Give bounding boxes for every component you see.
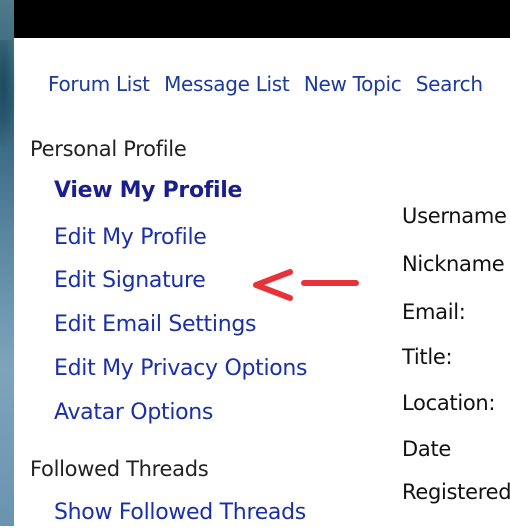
followed-threads-heading: Followed Threads bbox=[30, 457, 209, 481]
sidebar-item-view-my-profile[interactable]: View My Profile bbox=[54, 178, 242, 203]
field-label-nickname: Nickname bbox=[402, 252, 505, 276]
field-label-email: Email: bbox=[402, 300, 466, 324]
arrow-head bbox=[253, 269, 293, 301]
red-arrow-annotation bbox=[253, 269, 359, 301]
field-label-title: Title: bbox=[402, 345, 453, 369]
field-label-date: Date bbox=[402, 437, 451, 461]
sidebar-item-edit-email-settings[interactable]: Edit Email Settings bbox=[54, 312, 256, 337]
nav-search[interactable]: Search bbox=[416, 72, 483, 96]
sidebar-item-edit-my-profile[interactable]: Edit My Profile bbox=[54, 225, 207, 250]
field-label-username: Username bbox=[402, 204, 507, 228]
sidebar-item-edit-signature[interactable]: Edit Signature bbox=[54, 268, 206, 293]
nav-forum-list[interactable]: Forum List bbox=[48, 72, 150, 96]
field-label-registered: Registered bbox=[402, 480, 510, 504]
field-label-location: Location: bbox=[402, 391, 496, 415]
left-edge-background bbox=[0, 0, 16, 526]
nav-new-topic[interactable]: New Topic bbox=[304, 72, 402, 96]
personal-profile-heading: Personal Profile bbox=[30, 137, 187, 161]
profile-fields: Username Nickname Email: Title: Location… bbox=[395, 190, 510, 530]
top-nav: Forum List Message List New Topic Search bbox=[48, 72, 491, 96]
sidebar-item-show-followed-threads[interactable]: Show Followed Threads bbox=[54, 500, 306, 525]
top-bar bbox=[0, 0, 510, 38]
sidebar-item-avatar-options[interactable]: Avatar Options bbox=[54, 400, 213, 425]
nav-message-list[interactable]: Message List bbox=[164, 72, 290, 96]
sidebar-item-edit-privacy-options[interactable]: Edit My Privacy Options bbox=[54, 356, 308, 381]
